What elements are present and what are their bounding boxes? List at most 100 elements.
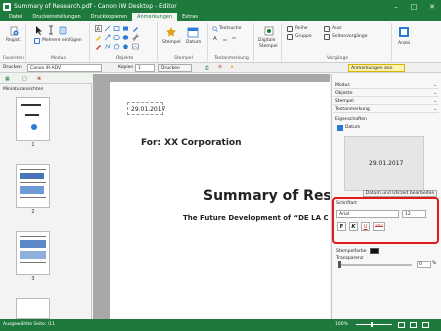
image-icon[interactable] <box>132 43 139 50</box>
ausr-icon[interactable] <box>324 26 330 32</box>
section-modus[interactable]: Modus ⌄ <box>333 82 439 89</box>
printer-select[interactable]: Canon iR-ADV <box>27 64 102 72</box>
strike-annot-icon[interactable] <box>231 35 237 41</box>
document-subtitle: The Future Development of “DE LA C <box>183 214 329 222</box>
menu-druckeinstellungen[interactable]: Druckeinstellungen <box>27 13 85 21</box>
text-cursor-icon[interactable] <box>46 25 56 35</box>
fill-ellipse-icon[interactable] <box>122 34 129 41</box>
thumbnail-page-3[interactable] <box>16 231 50 275</box>
hand-icon[interactable] <box>58 25 68 35</box>
date-preview-text: 29.01.2017 <box>369 160 404 167</box>
arrow-line-icon[interactable] <box>104 34 111 41</box>
regist-label[interactable]: Regist. <box>6 38 21 43</box>
print-icon[interactable]: ⎙ <box>205 65 209 71</box>
transparenz-value[interactable]: 0 <box>417 261 431 268</box>
ausr-label[interactable]: Ausr <box>332 26 342 31</box>
menu-druckkopieren[interactable]: Druckkopieren <box>86 13 132 21</box>
transparenz-slider-thumb[interactable] <box>338 261 341 268</box>
fit-page-icon[interactable] <box>398 322 405 328</box>
fit-width-icon[interactable] <box>410 322 417 328</box>
thumbnail-page-1[interactable] <box>16 97 50 141</box>
gruppe-label[interactable]: Gruppe <box>295 34 312 39</box>
thumbnail-pane: ▦ □ ❋ Miniaturansichten 1 2 3 <box>0 74 92 319</box>
seitenvorgaenge-icon[interactable] <box>324 34 330 40</box>
edit-date-button[interactable]: Datum und Uhrzeit bearbeiten <box>363 190 437 197</box>
thumbnail-page-4[interactable] <box>16 298 50 319</box>
comment-tab-icon[interactable]: □ <box>22 76 27 82</box>
transparenz-slider[interactable] <box>340 264 412 266</box>
digitale-line2[interactable]: Stempel <box>259 44 278 49</box>
rectangle-icon[interactable] <box>113 25 120 32</box>
section-textanmerkung[interactable]: Textanmerkung ⌄ <box>333 106 439 113</box>
underline-annot-icon[interactable] <box>222 35 228 41</box>
date-stamp-text: 29.01.2017 <box>131 106 166 113</box>
textsuche-label[interactable]: Textsuche <box>219 26 241 31</box>
menu-datei[interactable]: Datei <box>4 13 27 21</box>
anmerkungen-anz-button[interactable]: Anmerkungen anz. <box>348 64 405 72</box>
anzeige-label[interactable]: Anzei <box>398 41 410 46</box>
section-stempel[interactable]: Stempel ⌄ <box>333 98 439 105</box>
datum-icon[interactable] <box>187 26 199 38</box>
polyline-icon[interactable] <box>104 43 111 50</box>
highlighter-icon[interactable] <box>95 34 102 41</box>
font-size-select[interactable]: 12 <box>402 210 426 218</box>
gruppe-icon[interactable] <box>287 34 293 40</box>
zoom-slider[interactable] <box>356 324 392 325</box>
kopien-input[interactable]: 1 <box>135 64 155 72</box>
text-annot-icon[interactable]: A <box>213 35 219 42</box>
ellipse-icon[interactable] <box>113 34 120 41</box>
menu-anmerkungen[interactable]: Anmerkungen <box>132 13 178 21</box>
link-icon[interactable] <box>132 34 139 41</box>
pen-icon[interactable] <box>132 25 139 32</box>
app-icon <box>3 2 11 11</box>
line-icon[interactable] <box>104 25 111 32</box>
underline-button[interactable]: U <box>361 222 370 231</box>
stempel-icon[interactable] <box>165 26 177 38</box>
multi-insert-icon[interactable] <box>34 38 40 44</box>
thumbnail-page-2[interactable] <box>16 164 50 208</box>
document-title: Summary of Rese <box>203 188 330 204</box>
drucken-button[interactable]: Drucken <box>158 64 192 72</box>
reihe-label[interactable]: Reihe <box>295 26 308 31</box>
textanmerkung-label: Textanmerkung <box>214 56 249 61</box>
stempelfarbe-label: Stempelfarbe <box>336 249 367 254</box>
textsuche-icon[interactable] <box>212 26 218 32</box>
regist-icon[interactable] <box>9 26 19 36</box>
polygon-icon[interactable] <box>113 43 120 50</box>
select-arrow-icon[interactable] <box>34 25 44 35</box>
stempelfarbe-swatch[interactable] <box>370 248 379 254</box>
fill-polygon-icon[interactable] <box>122 43 129 50</box>
thumbnail-tab-icon[interactable]: ▦ <box>5 76 10 82</box>
thumbnail-number-3: 3 <box>31 276 35 282</box>
stamp-print-icon[interactable]: ★ <box>230 65 234 70</box>
bold-button[interactable]: F <box>337 222 346 231</box>
font-name-select[interactable]: Arial <box>336 210 399 218</box>
italic-button[interactable]: K <box>349 222 358 231</box>
reihe-icon[interactable] <box>287 26 293 32</box>
stempel-button-label[interactable]: Stempel <box>162 40 181 45</box>
marker-icon[interactable] <box>95 43 102 50</box>
digitale-line1[interactable]: Digitale <box>258 38 275 43</box>
mehrere-einfuegen-label[interactable]: Mehrere einfügen <box>42 38 82 43</box>
print-settings-icon[interactable]: ⚙ <box>218 65 222 70</box>
group-vorgaenge: Reihe Gruppe Ausr Seitenvorgänge Vorgäng… <box>284 23 392 61</box>
drucken-label: Drucken <box>3 65 22 70</box>
seitenvorgaenge-label[interactable]: Seitenvorgänge <box>332 34 368 39</box>
fill-rect-icon[interactable] <box>122 25 129 32</box>
close-button[interactable]: ✕ <box>423 0 441 13</box>
minimize-button[interactable]: – <box>387 0 405 13</box>
datum-button-label[interactable]: Datum <box>186 40 201 45</box>
digital-stamp-icon[interactable] <box>264 26 274 36</box>
zoom-slider-thumb[interactable] <box>371 322 373 327</box>
textbox-icon[interactable]: A <box>95 25 102 33</box>
strikethrough-button[interactable]: abc <box>373 222 385 231</box>
maximize-button[interactable]: □ <box>405 0 423 13</box>
two-page-icon[interactable] <box>422 322 429 328</box>
section-objekte[interactable]: Objekte ⌄ <box>333 90 439 97</box>
status-bar: Ausgewählte Seite: /11 100% <box>0 319 441 331</box>
svg-text:A: A <box>97 27 101 33</box>
stamp-tab-icon[interactable]: ❋ <box>37 76 41 82</box>
anzeige-icon[interactable] <box>398 26 410 38</box>
vorgaenge-label: Vorgänge <box>326 56 349 61</box>
menu-extras[interactable]: Extras <box>177 13 203 21</box>
